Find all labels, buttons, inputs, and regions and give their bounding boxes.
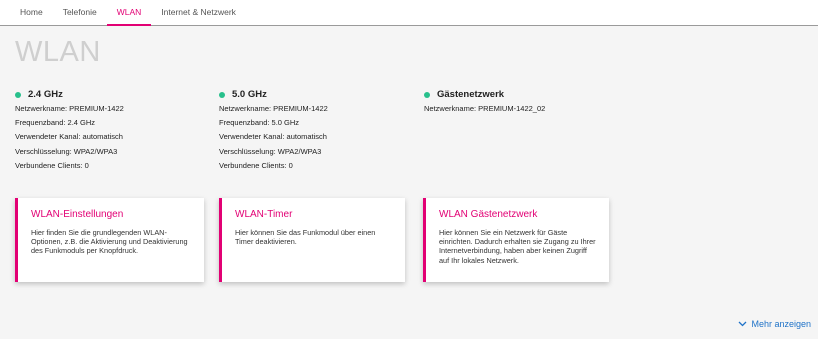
network-name: Netzwerkname: PREMIUM-1422 [15,104,124,113]
tab-home[interactable]: Home [10,0,53,25]
chevron-down-icon [738,321,747,327]
band-title: 2.4 GHz [28,89,63,100]
guest-network-info: Gästenetzwerk Netzwerkname: PREMIUM-1422… [424,89,545,116]
tab-telefonie[interactable]: Telefonie [53,0,107,25]
band-title: Gästenetzwerk [437,89,505,100]
band-5ghz-info: 5.0 GHz Netzwerkname: PREMIUM-1422 Frequ… [219,89,328,173]
card-title: WLAN-Einstellungen [31,209,124,220]
show-more-link[interactable]: Mehr anzeigen [738,319,811,329]
connected-clients: Verbundene Clients: 0 [15,160,89,170]
top-navigation: Home Telefonie WLAN Internet & Netzwerk [0,0,818,26]
network-name: Netzwerkname: PREMIUM-1422_02 [424,104,546,113]
band-title: 5.0 GHz [232,89,267,100]
network-name: Netzwerkname: PREMIUM-1422 [219,104,328,113]
show-more-label: Mehr anzeigen [751,319,811,329]
status-dot-icon [219,92,225,98]
channel: Verwendeter Kanal: automatisch [219,132,327,142]
card-description: Hier können Sie ein Netzwerk für Gäste e… [439,228,596,265]
card-title: WLAN-Timer [235,209,293,220]
tab-wlan[interactable]: WLAN [106,0,152,26]
tab-internet-netzwerk[interactable]: Internet & Netzwerk [151,0,246,25]
encryption: Verschlüsselung: WPA2/WPA3 [15,146,118,156]
card-wlan-settings[interactable]: WLAN-Einstellungen Hier finden Sie die g… [15,198,204,282]
frequency-band: Frequenzband: 5.0 GHz [219,118,300,128]
card-wlan-guest-network[interactable]: WLAN Gästenetzwerk Hier können Sie ein N… [423,198,609,282]
card-description: Hier finden Sie die grundlegenden WLAN-O… [31,228,188,256]
channel: Verwendeter Kanal: automatisch [15,132,123,142]
card-title: WLAN Gästenetzwerk [439,209,538,220]
band-header: Gästenetzwerk [424,89,545,101]
band-header: 2.4 GHz [15,89,124,101]
card-wlan-timer[interactable]: WLAN-Timer Hier können Sie das Funkmodul… [219,198,405,282]
band-header: 5.0 GHz [219,89,328,101]
status-dot-icon [424,92,430,98]
band-24ghz-info: 2.4 GHz Netzwerkname: PREMIUM-1422 Frequ… [15,89,124,173]
connected-clients: Verbundene Clients: 0 [219,160,293,170]
encryption: Verschlüsselung: WPA2/WPA3 [219,146,322,156]
card-description: Hier können Sie das Funkmodul über einen… [235,228,376,247]
status-dot-icon [15,92,21,98]
frequency-band: Frequenzband: 2.4 GHz [15,118,96,128]
page-title: WLAN [15,36,101,68]
